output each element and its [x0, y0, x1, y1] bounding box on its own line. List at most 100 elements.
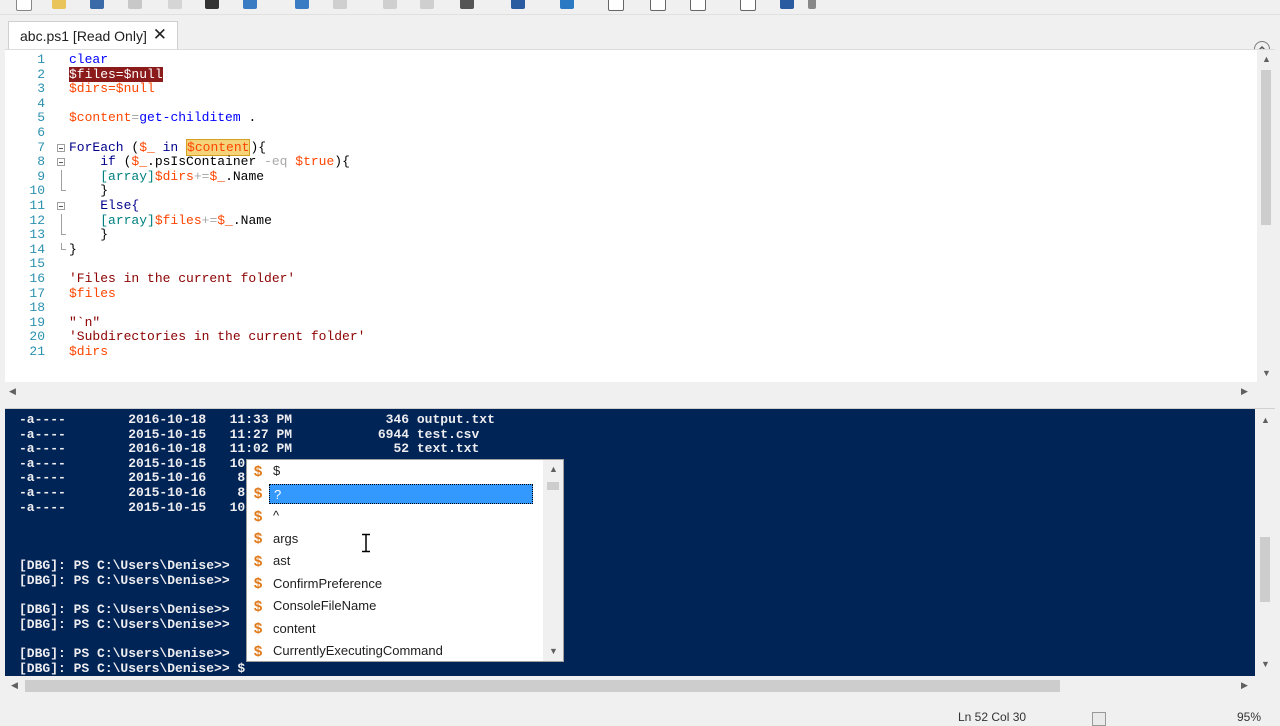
completion-item[interactable]: $ ast	[247, 550, 543, 573]
cut-icon[interactable]	[128, 0, 142, 9]
cursor-position: Ln 52 Col 30	[958, 710, 1027, 724]
popup-scroll-thumb[interactable]	[547, 482, 559, 490]
line-number: 14	[29, 241, 45, 257]
code-area[interactable]: clear $files=$null $dirs=$null $content=…	[69, 52, 365, 359]
console-line: -a---- 2016-10-18 11:33 PM 346 output.tx…	[19, 412, 495, 427]
clear-console-icon[interactable]	[243, 0, 257, 9]
scroll-right-icon[interactable]: ▶	[1241, 386, 1248, 397]
scroll-down-icon[interactable]: ▼	[1261, 659, 1270, 669]
scroll-up-icon[interactable]: ▲	[1261, 415, 1270, 425]
line-number: 16	[29, 270, 45, 286]
line-number: 8	[37, 154, 45, 170]
editor-vertical-scrollbar[interactable]: ▲ ▼	[1257, 50, 1275, 383]
completion-item[interactable]: $ content	[247, 618, 543, 641]
fold-toggle-icon[interactable]	[57, 201, 65, 210]
redo-icon[interactable]	[333, 0, 347, 9]
copy-icon[interactable]	[168, 0, 182, 9]
code-line-13: }	[69, 227, 109, 243]
completion-item[interactable]: $ ConsoleFileName	[247, 595, 543, 618]
completion-item-selected[interactable]: $?	[247, 483, 543, 506]
console-line: -a---- 2016-10-18 11:02 PM 52 text.txt	[19, 441, 480, 457]
layout-top-icon[interactable]	[608, 0, 624, 11]
variable-icon: $	[253, 530, 263, 548]
undo-icon[interactable]	[295, 0, 309, 9]
code-line-16: 'Files in the current folder'	[69, 270, 296, 286]
completion-item[interactable]: $ $	[247, 460, 543, 483]
code-line-9: [array]$dirs+=$_.Name	[100, 168, 265, 184]
popup-scrollbar[interactable]: ▲ ▼	[543, 460, 563, 661]
code-line-21: $dirs	[69, 343, 109, 359]
zoom-slider[interactable]	[1092, 712, 1106, 726]
console-prompt: [DBG]: PS C:\Users\Denise>>	[19, 602, 230, 617]
line-number: 6	[37, 124, 45, 140]
scroll-down-icon[interactable]: ▼	[1262, 368, 1271, 378]
scroll-up-icon[interactable]: ▲	[549, 464, 558, 474]
line-number: 17	[29, 285, 45, 301]
completion-item[interactable]: $ args	[247, 528, 543, 551]
console-line: -a---- 2015-10-16 8:	[19, 485, 254, 500]
console-input-line[interactable]: [DBG]: PS C:\Users\Denise>> $	[19, 661, 245, 676]
console-prompt: [DBG]: PS C:\Users\Denise>>	[19, 572, 230, 588]
tab-abc-ps1[interactable]: abc.ps1 [Read Only] ✕	[8, 21, 178, 49]
line-number: 1	[37, 52, 45, 67]
layout-right-icon[interactable]	[650, 0, 666, 11]
pane-splitter[interactable]: ◀ ▶	[5, 382, 1275, 409]
console-line: -a---- 2015-10-15 11:27 PM 6944 test.csv	[19, 426, 480, 442]
variable-icon: $	[253, 642, 263, 660]
line-number: 19	[29, 314, 45, 330]
script-editor[interactable]: 1 2 3 4 5 6 7 8 9 10 11 12 13 14 15 16 1…	[5, 49, 1275, 383]
console-vertical-scrollbar[interactable]: ▲ ▼	[1255, 409, 1275, 676]
run-script-icon[interactable]	[383, 0, 397, 9]
console-horizontal-scrollbar[interactable]: ◀ ▶	[5, 676, 1275, 696]
fold-toggle-icon[interactable]	[57, 143, 65, 152]
completion-item[interactable]: $ ^	[247, 505, 543, 528]
command-addon-icon[interactable]	[780, 0, 794, 9]
completion-item[interactable]: $ CurrentlyExecutingCommand	[247, 640, 543, 661]
editor-scroll-thumb[interactable]	[1261, 70, 1271, 225]
code-line-10: }	[69, 183, 109, 199]
console-hscroll-thumb[interactable]	[25, 680, 1060, 692]
variable-icon: $	[253, 575, 263, 593]
line-number: 10	[29, 183, 45, 199]
scroll-right-icon[interactable]: ▶	[1241, 680, 1248, 691]
console-prompt: [DBG]: PS C:\Users\Denise>>	[19, 616, 230, 632]
toolbar-overflow-icon[interactable]	[808, 0, 816, 9]
run-selection-icon[interactable]	[420, 0, 434, 9]
variable-icon: $	[253, 485, 263, 503]
line-number: 13	[29, 227, 45, 243]
line-number: 5	[37, 110, 45, 126]
paste-icon[interactable]	[205, 0, 219, 9]
open-folder-icon[interactable]	[52, 0, 66, 9]
scroll-left-icon[interactable]: ◀	[9, 386, 16, 397]
fold-margin	[55, 53, 69, 257]
code-line-8: if ($_.psIsContainer -eq $true){	[69, 154, 350, 170]
remote-tab-icon[interactable]	[511, 0, 525, 9]
breakpoint-highlight: $files=$null	[69, 66, 163, 82]
variable-icon: $	[253, 597, 263, 615]
show-addons-icon[interactable]	[740, 0, 756, 11]
intellisense-popup[interactable]: $ $ $? $ ^ $ args $ ast $ ConfirmPreference $…	[246, 459, 564, 662]
completion-item[interactable]: $ ConfirmPreference	[247, 573, 543, 596]
scroll-up-icon[interactable]: ▲	[1262, 54, 1271, 64]
scroll-down-icon[interactable]: ▼	[549, 646, 558, 656]
close-icon[interactable]: ✕	[153, 25, 167, 45]
new-file-icon[interactable]	[16, 0, 32, 11]
line-number: 11	[29, 197, 45, 213]
console-pane[interactable]: -a---- 2016-10-18 11:33 PM 346 output.tx…	[5, 409, 1255, 676]
console-scroll-thumb[interactable]	[1260, 537, 1270, 602]
powershell-icon[interactable]	[560, 0, 574, 9]
code-line-17: $files	[69, 285, 116, 301]
save-icon[interactable]	[90, 0, 104, 9]
stop-icon[interactable]	[460, 0, 474, 9]
fold-toggle-icon[interactable]	[57, 158, 65, 167]
code-line-1: clear	[69, 52, 109, 67]
scroll-left-icon[interactable]: ◀	[11, 680, 18, 691]
line-number: 20	[29, 329, 45, 345]
zoom-level: 95%	[1237, 710, 1262, 724]
tab-bar: abc.ps1 [Read Only] ✕	[0, 15, 1280, 57]
line-number: 15	[29, 256, 45, 272]
layout-max-icon[interactable]	[690, 0, 706, 11]
console-line: -a---- 2015-10-15 10:	[19, 455, 254, 471]
